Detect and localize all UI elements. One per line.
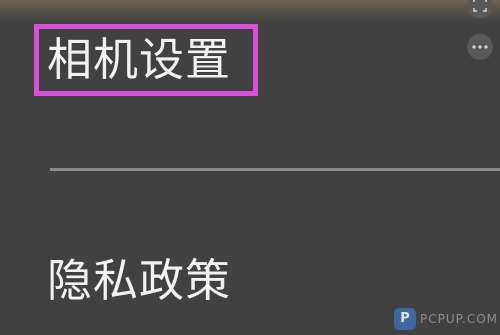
scan-icon bbox=[473, 0, 487, 12]
more-button[interactable] bbox=[467, 34, 493, 60]
watermark: P PCPUP.COM bbox=[394, 308, 498, 330]
top-blur-background bbox=[0, 0, 500, 22]
watermark-logo-icon: P bbox=[394, 308, 416, 330]
watermark-text: PCPUP.COM bbox=[420, 312, 498, 326]
more-icon bbox=[472, 45, 488, 49]
divider bbox=[50, 168, 500, 171]
privacy-policy-item[interactable]: 隐私政策 bbox=[47, 256, 231, 306]
highlight-box bbox=[34, 24, 258, 96]
